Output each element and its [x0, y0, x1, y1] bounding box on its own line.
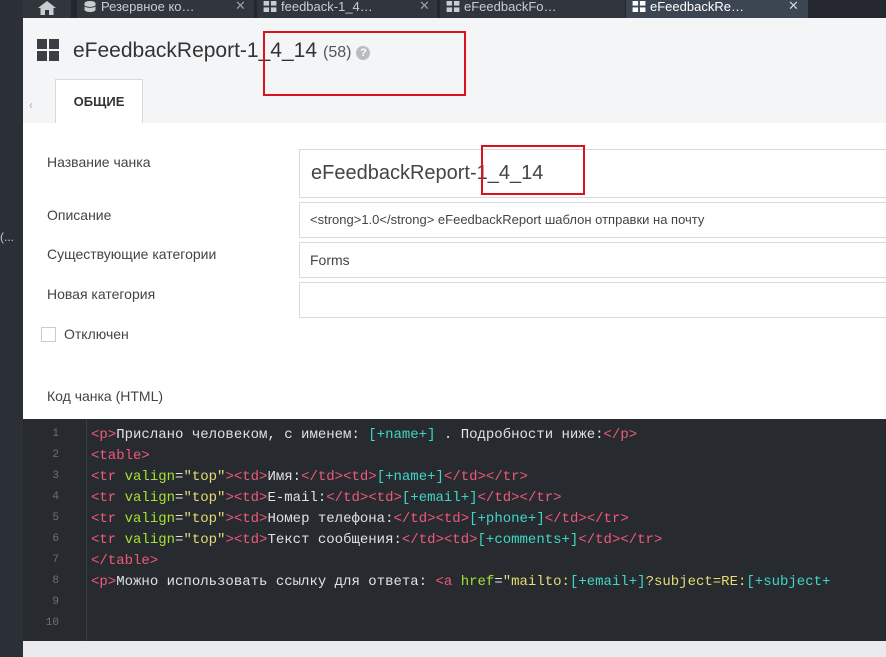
tab-bar: Резервное ко… ✕ feedback-1_4… ✕ eFeedbac… [23, 0, 886, 18]
code-line-6: <tr valign="top"><td>Текст сообщения:</t… [91, 532, 663, 548]
line-number: 6 [52, 533, 59, 545]
line-number: 2 [52, 449, 59, 461]
code-line-5: <tr valign="top"><td>Номер телефона:</td… [91, 511, 629, 527]
tab-label: eFeedbackFo… [464, 0, 557, 14]
tab-backup[interactable]: Резервное ко… ✕ [77, 0, 254, 18]
sidebar-truncated-text: (... [0, 230, 14, 244]
line-number: 3 [52, 470, 59, 482]
code-line-3: <tr valign="top"><td>Имя:</td><td>[+name… [91, 469, 528, 485]
tab-label: feedback-1_4… [281, 0, 373, 14]
code-label: Код чанка (HTML) [47, 388, 164, 404]
close-icon[interactable]: ✕ [235, 0, 246, 13]
grid-icon [446, 1, 460, 12]
description-label: Описание [47, 207, 112, 223]
grid-icon [263, 1, 277, 12]
code-line-4: <tr valign="top"><td>E-mail:</td><td>[+e… [91, 490, 562, 506]
line-number: 8 [52, 575, 59, 587]
tab-efeedbackform[interactable]: eFeedbackFo… [440, 0, 625, 18]
tab-feedback[interactable]: feedback-1_4… ✕ [257, 0, 437, 18]
left-sidebar: (... [0, 0, 23, 657]
code-line-7: </table> [91, 553, 159, 569]
categories-select[interactable]: Forms [299, 242, 886, 278]
grid-icon [632, 1, 646, 12]
collapse-arrow-icon[interactable]: ‹ [29, 98, 33, 112]
code-line-1: <p>Прислано человеком, с именем: [+name+… [91, 427, 638, 443]
tab-efeedbackreport[interactable]: eFeedbackRe… ✕ [626, 0, 808, 18]
line-number: 1 [52, 428, 59, 440]
description-input[interactable]: <strong>1.0</strong> eFeedbackReport шаб… [299, 202, 886, 238]
tab-general[interactable]: ОБЩИЕ [55, 79, 143, 124]
database-icon [84, 1, 96, 12]
highlight-box-name [481, 145, 585, 195]
line-number: 5 [52, 512, 59, 524]
name-input[interactable]: eFeedbackReport-1_4_14 [299, 149, 886, 198]
categories-label: Существующие категории [47, 246, 217, 262]
new-category-input[interactable] [299, 282, 886, 318]
home-button[interactable] [23, 0, 71, 18]
line-number: 9 [52, 596, 59, 608]
close-icon[interactable]: ✕ [788, 0, 799, 13]
new-category-label: Новая категория [47, 286, 156, 302]
tab-label: eFeedbackRe… [650, 0, 744, 14]
highlight-box-title [263, 31, 466, 96]
disabled-label: Отключен [64, 326, 129, 342]
chunk-form: Название чанка eFeedbackReport-1_4_14 Оп… [23, 123, 886, 419]
code-editor[interactable]: 1 2 3 4 5 6 7 8 9 10 <p>Прислано человек… [23, 419, 886, 641]
disabled-checkbox[interactable] [41, 327, 56, 342]
line-number: 10 [45, 617, 59, 629]
line-number-gutter: 1 2 3 4 5 6 7 8 9 10 [23, 419, 87, 641]
close-icon[interactable]: ✕ [419, 0, 430, 13]
code-line-2: <table> [91, 448, 150, 464]
tab-label: Резервное ко… [101, 0, 195, 14]
chunk-grid-icon [37, 39, 59, 61]
home-icon [38, 1, 56, 15]
line-number: 7 [52, 554, 59, 566]
code-line-8: <p>Можно использовать ссылку для ответа:… [91, 574, 831, 590]
bottom-bar [23, 641, 886, 657]
name-label: Название чанка [47, 154, 151, 170]
line-number: 4 [52, 491, 59, 503]
